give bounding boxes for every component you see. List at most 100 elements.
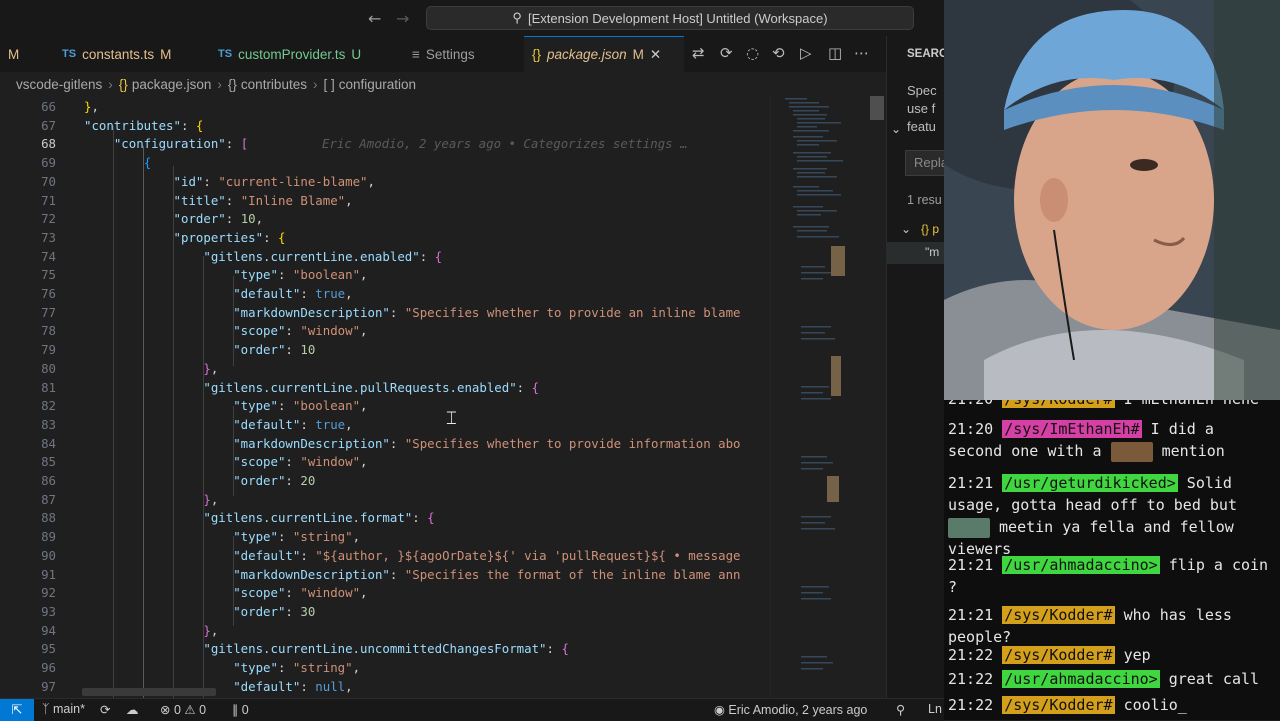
code-line[interactable]: 82 "type": "boolean", — [0, 397, 770, 416]
chat-username[interactable]: /usr/ahmadaccino> — [1002, 670, 1160, 688]
problems-status[interactable]: ⊗ 0 ⚠ 0 — [160, 702, 206, 717]
code-line[interactable]: 89 "type": "string", — [0, 528, 770, 547]
line-number: 81 — [41, 379, 56, 395]
chat-username[interactable]: /sys/Kodder# — [1002, 606, 1115, 624]
more-actions-icon[interactable]: ⋯ — [854, 44, 869, 62]
code-line[interactable]: 80 }, — [0, 360, 770, 379]
tab-constants[interactable]: TS constants.ts M — [54, 36, 204, 72]
replace-input[interactable]: Repla — [905, 150, 945, 176]
compare-icon[interactable]: ⇄ — [692, 44, 705, 62]
code-line[interactable]: 94 }, — [0, 622, 770, 641]
close-icon[interactable]: ✕ — [650, 47, 661, 63]
arrow-left-icon[interactable]: ← — [368, 9, 381, 28]
remote-icon[interactable]: ⇱ — [0, 699, 34, 721]
tab-customprovider[interactable]: TS customProvider.ts U — [210, 36, 390, 72]
branch-status[interactable]: ᛉ main* — [42, 702, 85, 716]
tab-truncated[interactable]: M — [0, 36, 30, 72]
chat-message: 21:21 /sys/Kodder# who has less people? — [948, 604, 1276, 648]
chat-username[interactable]: /usr/geturdikicked> — [1002, 474, 1178, 492]
inline-blame-annotation: Eric Amodio, 2 years ago • Categorizes s… — [322, 136, 688, 152]
result-file[interactable]: {} p — [921, 222, 939, 236]
code-text: "markdownDescription": "Specifies whethe… — [233, 435, 741, 451]
code-line[interactable]: 79 "order": 10 — [0, 341, 770, 360]
cloud-icon[interactable]: ☁ — [126, 702, 139, 717]
split-editor-icon[interactable]: ◫ — [828, 44, 842, 62]
code-line[interactable]: 83 "default": true, — [0, 416, 770, 435]
line-number: 96 — [41, 660, 56, 675]
breadcrumb-item[interactable]: configuration — [339, 77, 416, 92]
breadcrumb-item[interactable]: package.json — [132, 77, 212, 92]
history-forward-icon[interactable]: ⟲ — [772, 44, 785, 62]
commit-icon[interactable]: ◌ — [746, 44, 759, 62]
line-number: 94 — [41, 622, 56, 638]
title-bar: ← → ⚲ [Extension Development Host] Untit… — [0, 0, 944, 36]
code-line[interactable]: 81 "gitlens.currentLine.pullRequests.ena… — [0, 379, 770, 398]
breadcrumb-item[interactable]: vscode-gitlens — [16, 77, 102, 92]
code-line[interactable]: 90 "default": "${author, }${agoOrDate}${… — [0, 547, 770, 566]
breadcrumb-item[interactable]: contributes — [241, 77, 307, 92]
chat-username[interactable]: /sys/Kodder# — [1002, 646, 1115, 664]
code-line[interactable]: 86 "order": 20 — [0, 472, 770, 491]
chat-username[interactable]: /usr/ahmadaccino> — [1002, 556, 1160, 574]
code-line[interactable]: 88 "gitlens.currentLine.format": { — [0, 509, 770, 528]
code-line[interactable]: 72 "order": 10, — [0, 210, 770, 229]
zoom-icon[interactable]: ⚲ — [896, 702, 905, 717]
chat-username[interactable]: /sys/Kodder# — [1002, 400, 1115, 408]
code-text: "configuration": [ — [113, 136, 249, 152]
code-line[interactable]: 69 { — [0, 154, 770, 173]
code-line[interactable]: 96 "type": "string", — [0, 659, 770, 678]
code-line[interactable]: 91 "markdownDescription": "Specifies the… — [0, 566, 770, 585]
chevron-right-icon: › — [217, 76, 222, 92]
chevron-down-icon[interactable]: ⌄ — [901, 222, 911, 236]
code-line[interactable]: 71 "title": "Inline Blame", — [0, 192, 770, 211]
code-line[interactable]: 68 "configuration": [Eric Amodio, 2 year… — [0, 135, 770, 154]
code-line[interactable]: 85 "scope": "window", — [0, 453, 770, 472]
vertical-scrollbar-thumb[interactable] — [870, 96, 884, 120]
code-text: "scope": "window", — [233, 454, 368, 470]
code-text: "id": "current-line-blame", — [173, 173, 375, 189]
code-line[interactable]: 78 "scope": "window", — [0, 322, 770, 341]
code-editor[interactable]: 66}, 67 "contributes": {68 "configuration"… — [0, 96, 770, 698]
result-match-row[interactable]: "m — [887, 242, 945, 264]
run-icon[interactable]: ▷ — [800, 44, 812, 62]
tab-settings[interactable]: ≡ Settings — [404, 36, 514, 72]
chevron-down-icon[interactable]: ⌄ — [891, 122, 901, 136]
status-bar: ⇱ ᛉ main* ⟳ ☁ ⊗ 0 ⚠ 0 ∥ 0 ◉ Eric Amodio,… — [0, 698, 944, 721]
webcam-overlay — [944, 0, 1280, 400]
code-line[interactable]: 84 "markdownDescription": "Specifies whe… — [0, 435, 770, 454]
minimap[interactable] — [770, 96, 887, 698]
line-number: 85 — [41, 454, 56, 470]
code-line[interactable]: 70 "id": "current-line-blame", — [0, 173, 770, 192]
code-text: "type": "string", — [233, 660, 361, 675]
code-line[interactable]: 66}, — [0, 98, 770, 117]
code-line[interactable]: 75 "type": "boolean", — [0, 266, 770, 285]
tab-label: customProvider.ts — [238, 46, 346, 62]
code-line[interactable]: 74 "gitlens.currentLine.enabled": { — [0, 248, 770, 267]
chat-message: 21:22 /usr/ahmadaccino> great call — [948, 668, 1276, 690]
sync-icon[interactable]: ⟳ — [100, 702, 110, 717]
code-line[interactable]: 67 "contributes": { — [0, 117, 770, 136]
ports-status[interactable]: ∥ 0 — [232, 702, 249, 717]
code-line[interactable]: 93 "order": 30 — [0, 603, 770, 622]
code-line[interactable]: 92 "scope": "window", — [0, 584, 770, 603]
json-icon: {} — [532, 47, 542, 62]
code-line[interactable]: 76 "default": true, — [0, 285, 770, 304]
search-snippet: Spec use f featu — [907, 83, 937, 134]
code-line[interactable]: 73 "properties": { — [0, 229, 770, 248]
code-line[interactable]: 95 "gitlens.currentLine.uncommittedChang… — [0, 640, 770, 659]
blame-status[interactable]: ◉ Eric Amodio, 2 years ago — [714, 702, 867, 717]
horizontal-scrollbar-thumb[interactable] — [82, 688, 216, 696]
tab-package-json[interactable]: {} package.json M ✕ — [524, 36, 684, 72]
cursor-position[interactable]: Ln — [928, 702, 942, 716]
line-number: 91 — [41, 566, 56, 582]
code-line[interactable]: 77 "markdownDescription": "Specifies whe… — [0, 304, 770, 323]
command-center[interactable]: ⚲ [Extension Development Host] Untitled … — [426, 6, 914, 30]
chat-message: 21:20 /sys/ImEthanEh# I did a second one… — [948, 418, 1276, 462]
history-back-icon[interactable]: ⟳ — [720, 44, 733, 62]
line-number: 70 — [41, 173, 56, 189]
code-line[interactable]: 87 }, — [0, 491, 770, 510]
arrow-right-icon[interactable]: → — [396, 9, 409, 28]
line-number: 97 — [41, 678, 56, 694]
chat-username[interactable]: /sys/ImEthanEh# — [1002, 420, 1142, 438]
chat-username[interactable]: /sys/Kodder# — [1002, 696, 1115, 714]
